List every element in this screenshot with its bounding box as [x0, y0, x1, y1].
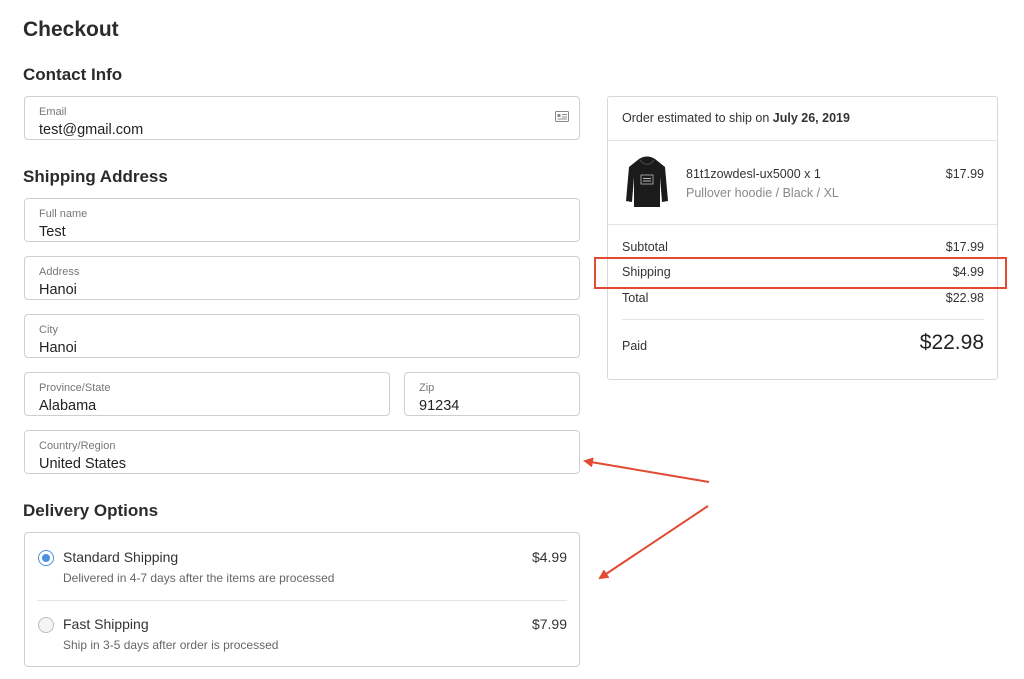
address-value: Hanoi	[39, 282, 77, 298]
full-name-value: Test	[39, 224, 66, 240]
arrow-to-country-icon	[583, 457, 710, 483]
country-value: United States	[39, 456, 127, 472]
province-label: Province/State	[39, 382, 111, 394]
summary-header-divider	[608, 140, 997, 141]
shipping-highlight-box	[594, 257, 1007, 289]
city-label: City	[39, 324, 58, 336]
item-name: 81t1zowdesl-ux5000 x 1	[686, 167, 821, 181]
contact-card-icon[interactable]	[555, 111, 569, 122]
province-value: Alabama	[39, 398, 97, 414]
page-title: Checkout	[23, 18, 119, 41]
ship-estimate-text: Order estimated to ship on	[622, 111, 770, 125]
full-name-field[interactable]: Full name Test	[24, 198, 580, 242]
hoodie-thumbnail	[626, 156, 668, 207]
standard-shipping-radio[interactable]	[38, 550, 54, 566]
order-summary-panel: Order estimated to ship on July 26, 2019…	[607, 96, 998, 380]
delivery-options-panel: Standard Shipping Delivered in 4-7 days …	[24, 532, 580, 667]
subtotal-label: Subtotal	[622, 240, 668, 254]
city-field[interactable]: City Hanoi	[24, 314, 580, 358]
standard-shipping-price: $4.99	[531, 549, 567, 565]
summary-items-divider	[608, 224, 997, 225]
province-field[interactable]: Province/State Alabama	[24, 372, 390, 416]
total-label: Total	[622, 291, 649, 305]
fast-shipping-title: Fast Shipping	[63, 616, 149, 632]
subtotal-value: $17.99	[945, 240, 984, 254]
total-value: $22.98	[945, 291, 984, 305]
arrow-to-delivery-icon	[598, 505, 709, 580]
summary-total-divider	[622, 319, 984, 320]
fast-shipping-price: $7.99	[531, 616, 567, 632]
standard-shipping-title: Standard Shipping	[63, 549, 179, 565]
paid-label: Paid	[622, 339, 648, 353]
fast-shipping-option[interactable]: Fast Shipping Ship in 3-5 days after ord…	[25, 601, 579, 667]
city-value: Hanoi	[39, 340, 77, 356]
standard-shipping-subtitle: Delivered in 4-7 days after the items ar…	[63, 571, 335, 585]
standard-shipping-option[interactable]: Standard Shipping Delivered in 4-7 days …	[25, 533, 579, 600]
email-value: test@gmail.com	[39, 122, 144, 138]
email-label: Email	[39, 106, 67, 118]
fast-shipping-subtitle: Ship in 3-5 days after order is processe…	[63, 638, 279, 652]
country-field[interactable]: Country/Region United States	[24, 430, 580, 474]
item-price: $17.99	[945, 167, 984, 181]
zip-label: Zip	[419, 382, 435, 394]
address-field[interactable]: Address Hanoi	[24, 256, 580, 300]
country-label: Country/Region	[39, 440, 116, 452]
email-field[interactable]: Email test@gmail.com	[24, 96, 580, 140]
zip-field[interactable]: Zip 91234	[404, 372, 580, 416]
zip-value: 91234	[419, 398, 460, 414]
ship-estimate-date: July 26, 2019	[772, 111, 850, 125]
contact-info-heading: Contact Info	[23, 65, 123, 84]
shipping-address-heading: Shipping Address	[23, 167, 168, 186]
ship-estimate: Order estimated to ship on July 26, 2019	[622, 111, 850, 125]
delivery-options-heading: Delivery Options	[23, 501, 159, 520]
paid-value: $22.98	[919, 331, 984, 354]
address-label: Address	[39, 266, 80, 278]
full-name-label: Full name	[39, 208, 88, 220]
fast-shipping-radio[interactable]	[38, 617, 54, 633]
item-variant: Pullover hoodie / Black / XL	[686, 186, 839, 200]
